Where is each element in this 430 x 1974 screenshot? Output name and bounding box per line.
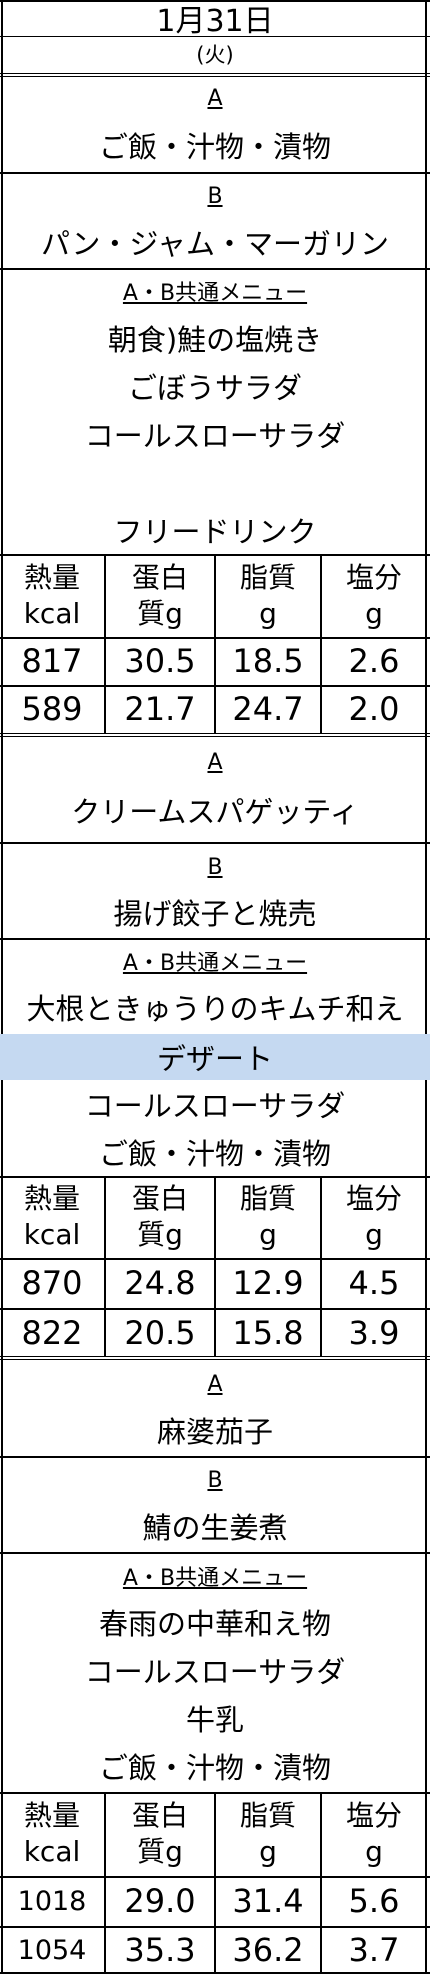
header-fat-label: 脂質 [239, 1799, 296, 1832]
dinner-a-label: A [207, 1371, 223, 1397]
header-fat-unit: g [259, 1218, 277, 1251]
dinner-common-item: 牛乳 [185, 1703, 244, 1737]
header-protein-label: 蛋白 [131, 1182, 188, 1215]
header-salt: 塩分 g [322, 1794, 426, 1874]
lunch-common-item-highlighted: デザート [156, 1042, 273, 1076]
breakfast-common-item: ごぼうサラダ [127, 371, 302, 405]
dinner-b-energy: 1054 [17, 1934, 87, 1966]
breakfast-b-fat: 24.7 [232, 690, 304, 728]
lunch-a-energy: 870 [21, 1264, 83, 1302]
header-energy-unit: kcal [23, 597, 81, 630]
header-protein: 蛋白 質g [106, 556, 214, 636]
lunch-a-item: クリームスパゲッティ [71, 795, 359, 829]
header-fat-label: 脂質 [239, 1182, 296, 1215]
header-fat-unit: g [259, 1835, 277, 1868]
breakfast-a-energy: 817 [21, 642, 83, 680]
header-protein-unit: 質g [137, 1835, 183, 1868]
header-fat: 脂質 g [216, 1178, 320, 1256]
lunch-b-fat: 15.8 [232, 1314, 304, 1352]
breakfast-b-item: パン・ジャム・マーガリン [40, 227, 389, 261]
day-of-week: (火) [196, 43, 234, 67]
breakfast-b-protein: 21.7 [124, 690, 196, 728]
dinner-a-energy: 1018 [17, 1885, 87, 1917]
header-energy-unit: kcal [23, 1218, 81, 1251]
dinner-a-item: 麻婆茄子 [156, 1415, 273, 1449]
header-protein-unit: 質g [137, 597, 183, 630]
breakfast-a-fat: 18.5 [232, 642, 304, 680]
lunch-a-fat: 12.9 [232, 1264, 304, 1302]
breakfast-a-protein: 30.5 [124, 642, 196, 680]
header-energy-label: 熱量 [23, 561, 80, 594]
header-energy: 熱量 kcal [0, 556, 104, 636]
breakfast-a-label: A [207, 85, 223, 111]
breakfast-common-label: A・B共通メニュー [122, 281, 308, 306]
dinner-b-protein: 35.3 [124, 1931, 196, 1969]
header-salt-unit: g [365, 1218, 383, 1251]
breakfast-a-salt: 2.6 [348, 642, 400, 680]
header-energy-label: 熱量 [23, 1799, 80, 1832]
dinner-a-salt: 5.6 [348, 1882, 400, 1920]
header-protein-label: 蛋白 [131, 1799, 188, 1832]
header-protein-unit: 質g [137, 1218, 183, 1251]
lunch-common-item: 大根ときゅうりのキムチ和え [26, 992, 404, 1026]
lunch-a-salt: 4.5 [348, 1264, 400, 1302]
header-salt-label: 塩分 [345, 1182, 402, 1215]
header-protein: 蛋白 質g [106, 1794, 214, 1874]
header-protein: 蛋白 質g [106, 1178, 214, 1256]
header-salt-label: 塩分 [345, 1799, 402, 1832]
header-salt-label: 塩分 [345, 561, 402, 594]
dinner-common-item: コールスローサラダ [84, 1655, 346, 1689]
breakfast-common-item: フリードリンク [113, 515, 317, 549]
dinner-b-fat: 36.2 [232, 1931, 304, 1969]
date-label: 1月31日 [156, 4, 274, 39]
lunch-common-item: ご飯・汁物・漬物 [98, 1137, 331, 1171]
header-energy-label: 熱量 [23, 1182, 80, 1215]
dinner-a-protein: 29.0 [124, 1882, 196, 1920]
breakfast-a-item: ご飯・汁物・漬物 [98, 130, 331, 164]
header-energy: 熱量 kcal [0, 1794, 104, 1874]
header-salt-unit: g [365, 1835, 383, 1868]
lunch-a-label: A [207, 749, 223, 775]
dinner-a-fat: 31.4 [232, 1882, 304, 1920]
header-fat: 脂質 g [216, 556, 320, 636]
lunch-b-label: B [207, 854, 223, 880]
dinner-common-item: ご飯・汁物・漬物 [98, 1751, 331, 1785]
lunch-a-protein: 24.8 [124, 1264, 196, 1302]
breakfast-b-salt: 2.0 [348, 690, 400, 728]
header-salt: 塩分 g [322, 556, 426, 636]
breakfast-common-item: 朝食)鮭の塩焼き [107, 323, 323, 357]
lunch-b-salt: 3.9 [348, 1314, 400, 1352]
breakfast-b-label: B [207, 183, 223, 209]
breakfast-common-item [0, 458, 430, 506]
dinner-common-item: 春雨の中華和え物 [98, 1607, 331, 1641]
header-fat-label: 脂質 [239, 561, 296, 594]
lunch-b-item: 揚げ餃子と焼売 [113, 897, 317, 931]
header-protein-label: 蛋白 [131, 561, 188, 594]
header-energy: 熱量 kcal [0, 1178, 104, 1256]
dinner-b-label: B [207, 1467, 223, 1493]
header-fat: 脂質 g [216, 1794, 320, 1874]
dinner-common-label: A・B共通メニュー [122, 1566, 308, 1591]
dinner-b-item: 鯖の生姜煮 [142, 1511, 288, 1545]
header-salt-unit: g [365, 597, 383, 630]
breakfast-common-item: コールスローサラダ [84, 419, 346, 453]
header-salt: 塩分 g [322, 1178, 426, 1256]
lunch-common-item: コールスローサラダ [84, 1089, 346, 1123]
breakfast-b-energy: 589 [21, 690, 83, 728]
header-fat-unit: g [259, 597, 277, 630]
dinner-b-salt: 3.7 [348, 1931, 400, 1969]
lunch-b-protein: 20.5 [124, 1314, 196, 1352]
header-energy-unit: kcal [23, 1835, 81, 1868]
lunch-common-label: A・B共通メニュー [122, 951, 308, 976]
lunch-b-energy: 822 [21, 1314, 83, 1352]
